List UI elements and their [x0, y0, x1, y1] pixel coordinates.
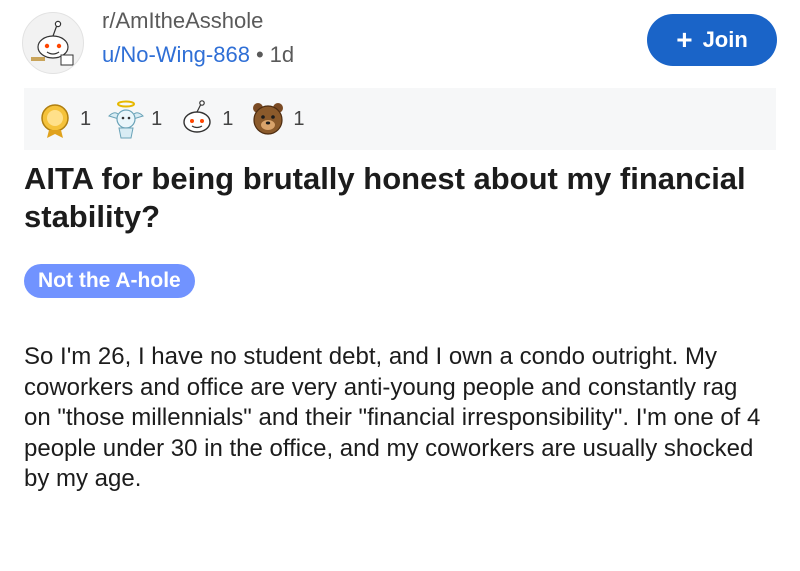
award-count: 1 [293, 107, 305, 130]
post-body: So I'm 26, I have no student debt, and I… [24, 343, 761, 492]
post-flair[interactable]: Not the A-hole [24, 264, 195, 298]
award-count: 1 [222, 107, 234, 130]
award-bear[interactable]: 1 [247, 98, 305, 140]
gold-award-icon [41, 104, 69, 138]
join-button-label: Join [702, 27, 748, 52]
snoo-award-icon [183, 100, 211, 133]
award-count: 1 [151, 107, 163, 130]
subreddit-avatar-icon[interactable] [22, 12, 84, 74]
join-button[interactable]: + Join [647, 14, 777, 66]
award-angel[interactable]: 1 [105, 98, 162, 140]
awards-bar[interactable]: 1 1 1 1 [24, 88, 776, 150]
post-title[interactable]: AITA for being brutally honest about my … [24, 160, 764, 236]
award-gold[interactable]: 1 [34, 98, 91, 140]
post-header: r/AmItheAsshole u/No-Wing-868 • 1d + Join [0, 0, 800, 80]
bear-award-icon [253, 103, 284, 135]
post-age: 1d [269, 42, 295, 67]
angel-award-icon [108, 100, 145, 139]
subreddit-name[interactable]: r/AmItheAsshole [102, 8, 263, 34]
plus-icon: + [676, 24, 693, 55]
post-meta: u/No-Wing-868 • 1d [102, 42, 294, 68]
meta-separator: • [255, 42, 264, 67]
award-count: 1 [80, 107, 92, 130]
author-link[interactable]: u/No-Wing-868 [102, 42, 250, 67]
award-snoo[interactable]: 1 [176, 98, 233, 140]
